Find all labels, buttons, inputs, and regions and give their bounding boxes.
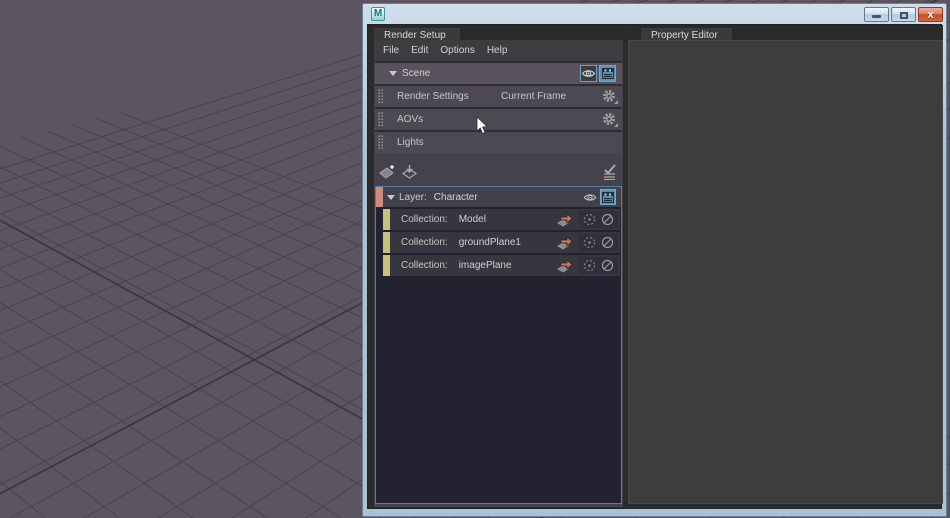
collection-name[interactable]: Model <box>459 214 486 225</box>
maximize-icon <box>900 12 908 19</box>
layer-row-character[interactable]: Layer: Character <box>376 187 621 207</box>
clapboard-icon <box>602 191 614 203</box>
layer-renderable-button[interactable] <box>600 189 616 205</box>
collection-color-bar <box>383 232 390 253</box>
eye-icon <box>583 193 597 201</box>
lights-row[interactable]: Lights <box>375 132 622 153</box>
close-button[interactable]: x <box>918 7 943 22</box>
clapboard-icon <box>601 68 614 79</box>
mouse-cursor <box>476 116 488 135</box>
render-settings-label: Render Settings <box>397 91 469 102</box>
scene-label: Scene <box>402 68 431 79</box>
collection-name[interactable]: groundPlane1 <box>459 237 521 248</box>
aovs-row[interactable]: AOVs <box>375 109 622 130</box>
left-tabstrip: Render Setup <box>374 25 623 43</box>
layers-list: Layer: Character Collection: Model Colle… <box>375 186 622 504</box>
gear-icon[interactable] <box>601 111 618 128</box>
create-layer-icon[interactable] <box>379 164 396 180</box>
lights-label: Lights <box>397 137 424 148</box>
drag-handle[interactable] <box>378 89 383 104</box>
minimize-icon <box>872 15 881 18</box>
close-icon: x <box>927 9 934 21</box>
isolate-arrow-icon[interactable] <box>557 258 574 273</box>
property-editor-panel: Property Editor <box>628 25 943 508</box>
collection-prefix: Collection: <box>401 237 448 248</box>
layer-name[interactable]: Character <box>434 192 478 203</box>
right-tabstrip: Property Editor <box>628 25 943 43</box>
layer-visibility-button[interactable] <box>582 189 598 205</box>
collection-color-bar <box>383 209 390 230</box>
menu-options[interactable]: Options <box>437 43 477 58</box>
expand-triangle-icon[interactable] <box>387 194 395 200</box>
window-titlebar[interactable]: M x <box>363 4 946 24</box>
validate-all-icon[interactable] <box>602 164 617 180</box>
property-editor-body <box>628 40 943 504</box>
layer-toolbar <box>374 155 623 186</box>
render-setup-panel: Render Setup File Edit Options Help Scen… <box>374 25 623 508</box>
aovs-label: AOVs <box>397 114 424 125</box>
create-collection-icon[interactable] <box>401 164 418 180</box>
collection-row-model[interactable]: Collection: Model <box>383 209 620 230</box>
expand-triangle-icon[interactable] <box>389 71 397 76</box>
include-circle-icon[interactable] <box>582 212 597 227</box>
gear-icon[interactable] <box>601 88 618 105</box>
include-circle-icon[interactable] <box>582 235 597 250</box>
scene-section: Scene Render Settings Current Frame AOVs… <box>375 61 622 153</box>
menubar: File Edit Options Help <box>374 40 623 61</box>
include-circle-icon[interactable] <box>582 258 597 273</box>
drag-handle[interactable] <box>378 112 383 127</box>
layer-prefix: Layer: <box>399 191 427 203</box>
eye-icon <box>581 70 596 77</box>
exclude-circle-icon[interactable] <box>600 212 615 227</box>
drag-handle[interactable] <box>378 135 383 150</box>
window-content: Render Setup File Edit Options Help Scen… <box>367 24 943 509</box>
collection-color-bar <box>383 255 390 276</box>
collection-prefix: Collection: <box>401 214 448 225</box>
render-setup-window: M x Render Setup File Edit Options Help <box>362 3 947 517</box>
isolate-arrow-icon[interactable] <box>557 235 574 250</box>
exclude-circle-icon[interactable] <box>600 235 615 250</box>
scene-visibility-button[interactable] <box>580 65 597 82</box>
collection-row-groundplane1[interactable]: Collection: groundPlane1 <box>383 232 620 253</box>
maximize-button[interactable] <box>891 7 916 22</box>
scene-header-row[interactable]: Scene <box>375 63 622 84</box>
collection-name[interactable]: imagePlane <box>459 260 512 271</box>
collection-prefix: Collection: <box>401 260 448 271</box>
render-settings-value: Current Frame <box>501 91 567 102</box>
layer-color-bar[interactable] <box>376 187 383 207</box>
maya-app-icon: M <box>371 7 385 21</box>
menu-edit[interactable]: Edit <box>408 43 431 58</box>
isolate-arrow-icon[interactable] <box>557 212 574 227</box>
exclude-circle-icon[interactable] <box>600 258 615 273</box>
menu-file[interactable]: File <box>380 43 402 58</box>
scene-renderable-button[interactable] <box>599 65 616 82</box>
render-settings-row[interactable]: Render Settings Current Frame <box>375 86 622 107</box>
minimize-button[interactable] <box>864 7 889 22</box>
collection-row-imageplane[interactable]: Collection: imagePlane <box>383 255 620 276</box>
menu-help[interactable]: Help <box>484 43 511 58</box>
